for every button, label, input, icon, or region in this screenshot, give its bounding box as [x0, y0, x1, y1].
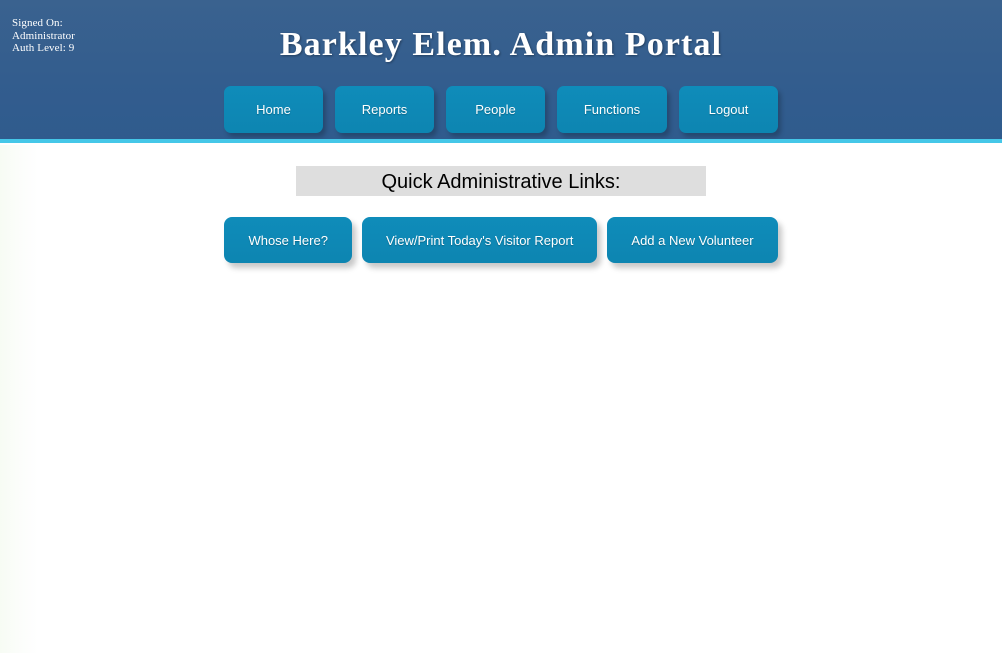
- quick-link-visitor-report[interactable]: View/Print Today's Visitor Report: [361, 217, 598, 263]
- main-navigation: Home Reports People Functions Logout: [0, 86, 1002, 133]
- main-content: Quick Administrative Links: Whose Here? …: [0, 143, 1002, 263]
- nav-item-functions[interactable]: Functions: [557, 86, 667, 133]
- nav-item-home[interactable]: Home: [224, 86, 323, 133]
- quick-links-heading: Quick Administrative Links:: [296, 166, 706, 196]
- nav-item-reports[interactable]: Reports: [335, 86, 434, 133]
- quick-link-whose-here[interactable]: Whose Here?: [224, 217, 352, 263]
- nav-item-logout[interactable]: Logout: [679, 86, 778, 133]
- quick-links-row: Whose Here? View/Print Today's Visitor R…: [0, 217, 1002, 263]
- nav-item-people[interactable]: People: [446, 86, 545, 133]
- site-header: Signed On: Administrator Auth Level: 9 B…: [0, 0, 1002, 143]
- page-title: Barkley Elem. Admin Portal: [279, 26, 723, 63]
- quick-link-add-volunteer[interactable]: Add a New Volunteer: [607, 217, 778, 263]
